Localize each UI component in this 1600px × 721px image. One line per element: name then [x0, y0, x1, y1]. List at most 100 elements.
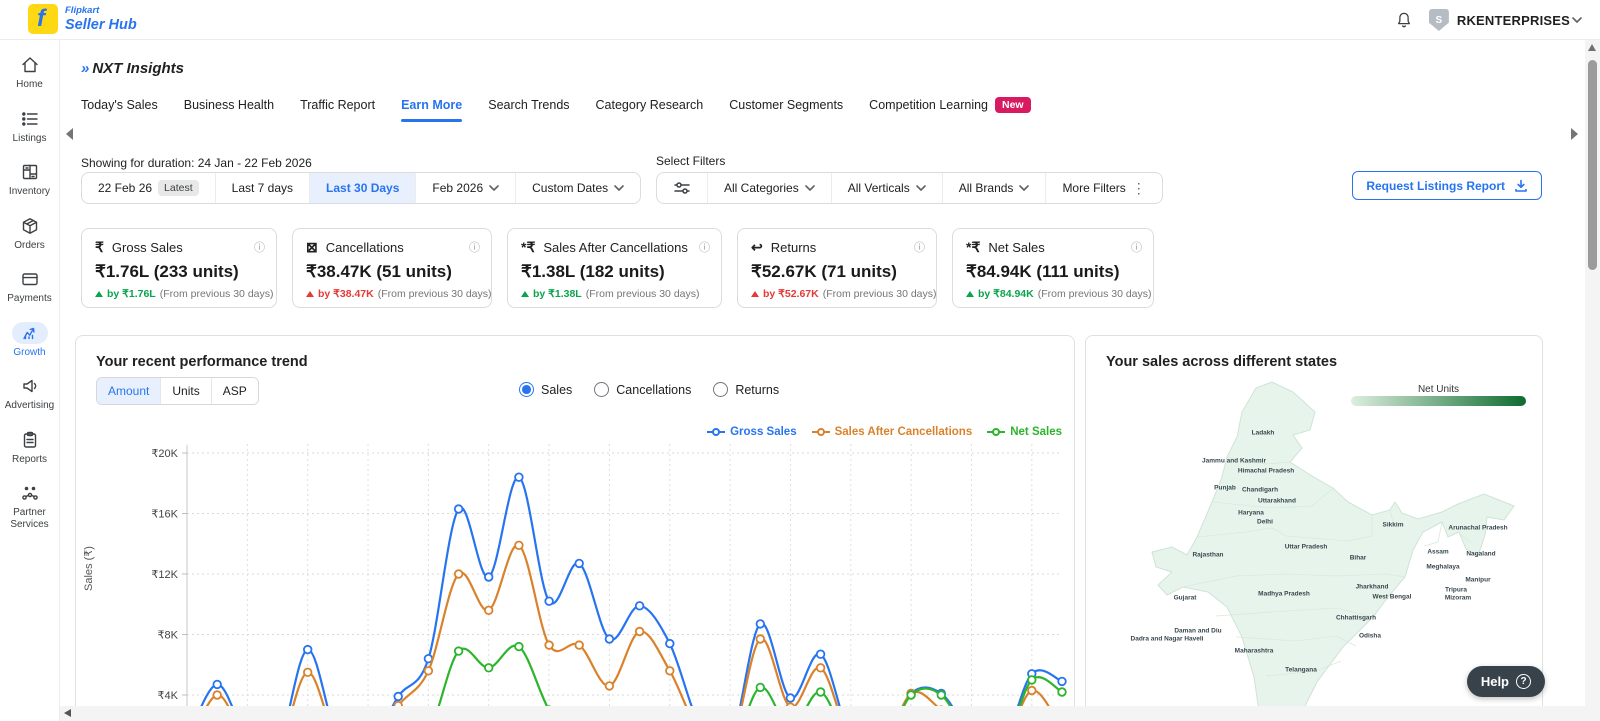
scroll-up-arrow-icon[interactable] — [1588, 44, 1596, 51]
request-listings-report-button[interactable]: Request Listings Report — [1352, 171, 1542, 200]
star-rupee-icon: *₹ — [966, 239, 981, 255]
tab-earn-more[interactable]: Earn More — [401, 98, 463, 122]
radio-cancellations[interactable]: Cancellations — [594, 382, 691, 397]
sidebar-item-orders[interactable]: Orders — [1, 215, 59, 252]
tabs-scroll-left-arrow[interactable] — [66, 128, 73, 140]
sidebar-item-label: Advertising — [4, 400, 55, 411]
trend-panel-title: Your recent performance trend — [96, 354, 308, 370]
filter-all-categories[interactable]: All Categories — [707, 173, 831, 203]
toggle-asp[interactable]: ASP — [210, 378, 258, 404]
tab-todays-sales[interactable]: Today's Sales — [81, 98, 158, 122]
flipkart-logo-icon: f — [28, 4, 58, 34]
sidebar-item-advertising[interactable]: Advertising — [1, 375, 59, 412]
sidebar-item-payments[interactable]: Payments — [1, 268, 59, 305]
info-icon[interactable]: ⓘ — [1131, 239, 1142, 255]
scrollbar-thumb[interactable] — [1588, 60, 1597, 270]
horizontal-scrollbar[interactable] — [60, 706, 1585, 721]
info-icon[interactable]: ⓘ — [914, 239, 925, 255]
select-filters-label: Select Filters — [656, 154, 726, 168]
info-icon[interactable]: ⓘ — [469, 239, 480, 255]
sidebar-item-label: Listings — [12, 132, 47, 144]
sidebar-item-partner-services[interactable]: Partner Services — [1, 482, 59, 530]
kpi-value: ₹84.94K (111 units) — [966, 262, 1120, 281]
chevron-down-icon — [614, 185, 624, 191]
tab-business-health[interactable]: Business Health — [184, 98, 274, 122]
filter-all-verticals[interactable]: All Verticals — [830, 173, 942, 203]
filter-settings-button[interactable] — [657, 173, 707, 203]
kpi-title: Sales After Cancellations — [543, 240, 688, 255]
list-icon — [19, 108, 41, 130]
state-label: Arunachal Pradesh — [1448, 524, 1508, 532]
date-option-last-30-days[interactable]: Last 30 Days — [309, 173, 416, 203]
state-label: Sikkim — [1382, 521, 1404, 529]
radio-sales[interactable]: Sales — [519, 382, 572, 397]
sidebar-item-label: Orders — [14, 239, 45, 251]
tab-category-research[interactable]: Category Research — [596, 98, 704, 122]
radio-returns[interactable]: Returns — [713, 382, 779, 397]
toggle-units[interactable]: Units — [160, 378, 211, 404]
brand-line2: Seller Hub — [65, 16, 137, 33]
up-triangle-icon — [95, 291, 103, 297]
kpi-delta: by ₹84.94K (From previous 30 days) — [966, 288, 1152, 300]
radio-button — [713, 382, 729, 397]
info-icon[interactable]: ⓘ — [254, 239, 265, 255]
tab-traffic-report[interactable]: Traffic Report — [300, 98, 375, 122]
tab-customer-segments[interactable]: Customer Segments — [729, 98, 843, 122]
state-label: Ladakh — [1251, 429, 1275, 437]
info-icon[interactable]: ⓘ — [699, 239, 710, 255]
svg-text:₹16K: ₹16K — [151, 509, 178, 521]
kpi-title: Cancellations — [325, 240, 404, 255]
filter-more-filters[interactable]: More Filters ⋮ — [1045, 173, 1161, 203]
cancel-box-icon: ⊠ — [306, 239, 318, 255]
package-icon — [19, 215, 41, 237]
clipboard-icon — [19, 429, 41, 451]
kpi-value: ₹1.76L (233 units) — [95, 262, 239, 281]
state-sales-map-panel: Your sales across different states Net U… — [1085, 335, 1543, 721]
chevron-down-icon — [1572, 17, 1582, 23]
sidebar-item-home[interactable]: Home — [1, 54, 59, 91]
latest-chip: Latest — [158, 180, 199, 196]
sidebar-item-reports[interactable]: Reports — [1, 429, 59, 466]
chevron-down-icon — [489, 185, 499, 191]
sidebar-item-growth[interactable]: Growth — [1, 321, 59, 359]
state-label: Mizoram — [1444, 594, 1472, 602]
up-triangle-icon — [306, 291, 314, 297]
svg-text:₹20K: ₹20K — [151, 448, 178, 460]
download-icon — [1515, 179, 1527, 192]
sidebar-item-listings[interactable]: Listings — [1, 108, 59, 145]
date-option-last-7-days[interactable]: Last 7 days — [214, 173, 309, 203]
flipkart-seller-hub-logo[interactable]: f Flipkart Seller Hub — [28, 4, 137, 34]
date-option-custom-dates[interactable]: Custom Dates — [515, 173, 640, 203]
notification-bell-icon[interactable] — [1395, 11, 1413, 29]
account-menu[interactable]: S RKENTERPRISES — [1428, 9, 1582, 31]
date-range-bar: 22 Feb 26 Latest Last 7 days Last 30 Day… — [81, 172, 642, 204]
tab-competition-learning[interactable]: Competition Learning New — [869, 97, 1031, 123]
kpi-value: ₹52.67K (71 units) — [751, 262, 897, 281]
date-option-latest[interactable]: 22 Feb 26 Latest — [82, 173, 215, 203]
help-button[interactable]: Help ? — [1466, 666, 1545, 697]
svg-text:₹12K: ₹12K — [151, 569, 178, 581]
radio-button — [594, 382, 610, 397]
home-icon — [19, 54, 41, 76]
up-triangle-icon — [966, 291, 974, 297]
scroll-left-arrow-icon[interactable] — [64, 709, 71, 717]
y-axis-label: Sales (₹) — [83, 546, 95, 591]
chevron-down-icon — [915, 185, 926, 191]
tabs-scroll-right-arrow[interactable] — [1571, 128, 1578, 140]
avatar-letter: S — [1435, 14, 1443, 26]
left-nav-sidebar: Home Listings Inventory Orders Payments … — [0, 40, 60, 721]
toggle-amount[interactable]: Amount — [97, 378, 161, 404]
trend-radio-group: Sales Cancellations Returns — [519, 382, 779, 397]
filter-all-brands[interactable]: All Brands — [941, 173, 1046, 203]
sidebar-item-inventory[interactable]: Inventory — [1, 161, 59, 198]
date-option-month-dropdown[interactable]: Feb 2026 — [415, 173, 515, 203]
main-content: » NXT Insights Today's Sales Business He… — [60, 40, 1600, 721]
tab-search-trends[interactable]: Search Trends — [488, 98, 569, 122]
trend-line-chart[interactable]: ₹20K ₹16K ₹12K ₹8K ₹4K — [104, 436, 1069, 721]
state-label: Odisha — [1358, 632, 1382, 640]
vertical-scrollbar[interactable] — [1585, 40, 1600, 721]
kpi-title: Returns — [770, 240, 817, 255]
up-triangle-icon — [521, 291, 529, 297]
state-label: Madhya Pradesh — [1258, 590, 1310, 598]
chevron-down-icon — [1019, 185, 1030, 191]
